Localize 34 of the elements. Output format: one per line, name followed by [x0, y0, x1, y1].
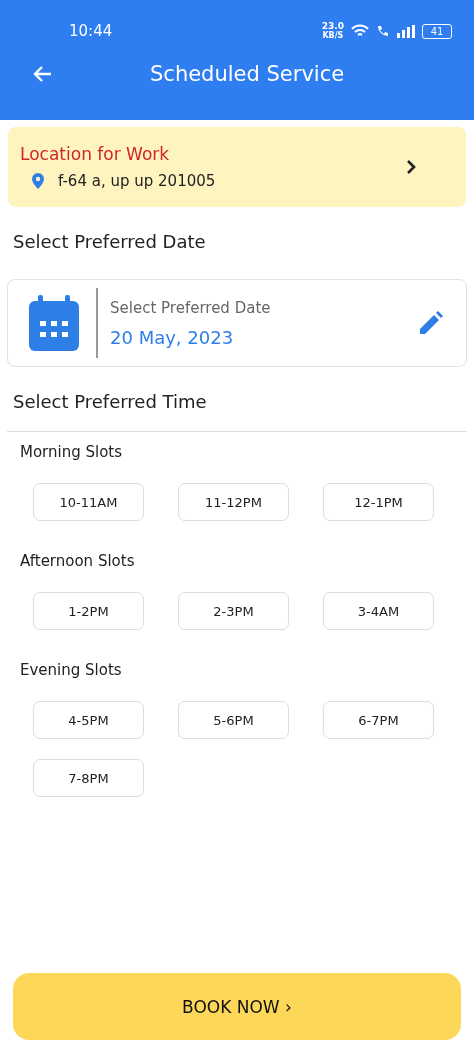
status-time: 10:44: [69, 22, 113, 40]
time-slot-button[interactable]: 3-4AM: [323, 592, 434, 630]
location-address: f-64 a, up up 201005: [58, 172, 216, 190]
location-card[interactable]: Location for Work f-64 a, up up 201005: [8, 127, 466, 207]
time-slot-button[interactable]: 1-2PM: [33, 592, 144, 630]
time-slot-button[interactable]: 7-8PM: [33, 759, 144, 797]
time-slot-button[interactable]: 4-5PM: [33, 701, 144, 739]
network-speed: 23.0 KB/S: [321, 22, 344, 40]
location-pin-icon: [32, 173, 44, 189]
date-label: Select Preferred Date: [110, 298, 272, 317]
time-slot-button[interactable]: 12-1PM: [323, 483, 434, 521]
time-slot-button[interactable]: 2-3PM: [178, 592, 289, 630]
phone-icon: [376, 24, 390, 38]
calendar-icon: [29, 295, 79, 351]
page-title: Scheduled Service: [150, 62, 345, 86]
wifi-icon: [351, 24, 369, 38]
time-slot-button[interactable]: 10-11AM: [33, 483, 144, 521]
selected-date: 20 May, 2023: [110, 326, 235, 348]
section-heading: Select Preferred Time: [12, 390, 208, 414]
chevron-right-icon: [406, 159, 416, 175]
edit-pencil-icon[interactable]: [418, 310, 444, 336]
book-now-button[interactable]: BOOK NOW ›: [13, 973, 461, 1040]
section-heading: Select Preferred Date: [12, 230, 207, 254]
date-picker-card[interactable]: Select Preferred Date 20 May, 2023: [7, 279, 467, 367]
slot-group-title: Afternoon Slots: [19, 551, 136, 572]
time-slot-button[interactable]: 5-6PM: [178, 701, 289, 739]
slot-group-title: Morning Slots: [19, 442, 124, 463]
slot-group-title: Evening Slots: [19, 660, 123, 681]
signal-icon: [397, 24, 415, 38]
back-arrow-icon[interactable]: [32, 65, 52, 83]
battery-icon: 41: [422, 23, 452, 39]
time-slot-button[interactable]: 6-7PM: [323, 701, 434, 739]
time-slot-button[interactable]: 11-12PM: [178, 483, 289, 521]
location-title: Location for Work: [20, 144, 171, 164]
